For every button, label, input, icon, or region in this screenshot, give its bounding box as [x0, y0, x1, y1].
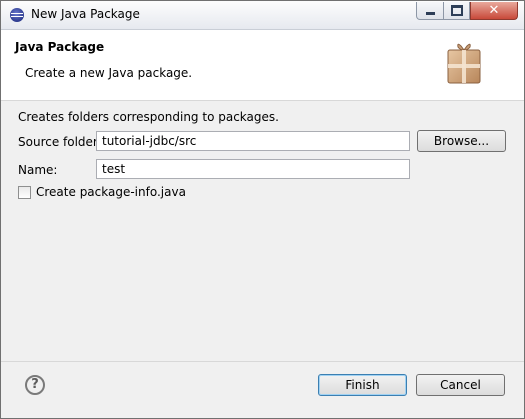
name-field[interactable]: test	[96, 159, 410, 179]
footer-separator	[1, 361, 524, 362]
source-folder-label: Source folder:	[18, 135, 102, 149]
cancel-button[interactable]: Cancel	[416, 374, 505, 396]
wizard-title: Java Package	[15, 40, 105, 54]
finish-button[interactable]: Finish	[318, 374, 407, 396]
maximize-button[interactable]	[443, 2, 470, 20]
wizard-header: Java Package Create a new Java package.	[1, 30, 524, 101]
minimize-icon	[425, 12, 435, 15]
package-info-label[interactable]: Create package-info.java	[36, 185, 186, 199]
dialog-window: New Java Package ✕ Java Package Create a…	[0, 0, 525, 419]
minimize-button[interactable]	[416, 2, 444, 20]
source-folder-field[interactable]: tutorial-jdbc/src	[96, 131, 410, 151]
maximize-icon	[450, 5, 463, 16]
package-info-checkbox[interactable]	[18, 186, 31, 199]
name-label: Name:	[18, 163, 58, 177]
eclipse-icon	[10, 8, 24, 22]
intro-text: Creates folders corresponding to package…	[18, 110, 279, 124]
package-icon	[447, 43, 481, 84]
title-bar[interactable]: New Java Package ✕	[1, 1, 524, 30]
close-icon: ✕	[488, 3, 500, 18]
close-button[interactable]: ✕	[470, 2, 518, 20]
help-icon[interactable]: ?	[25, 375, 45, 395]
wizard-description: Create a new Java package.	[25, 66, 193, 80]
browse-button[interactable]: Browse...	[417, 130, 506, 152]
window-title: New Java Package	[31, 7, 140, 21]
